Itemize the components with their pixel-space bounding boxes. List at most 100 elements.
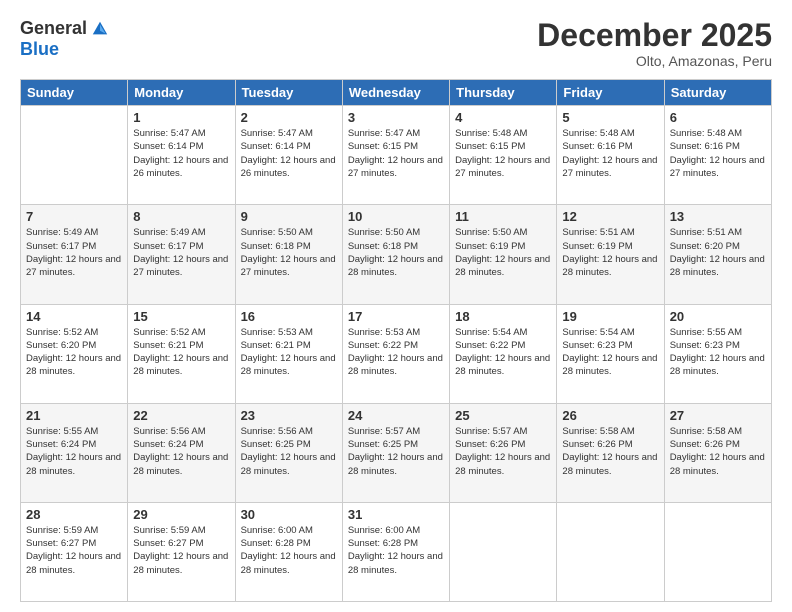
day-number: 30 xyxy=(241,507,337,522)
week-row-4: 21 Sunrise: 5:55 AM Sunset: 6:24 PM Dayli… xyxy=(21,403,772,502)
day-info: Sunrise: 5:59 AM Sunset: 6:27 PM Dayligh… xyxy=(133,524,229,577)
day-info: Sunrise: 6:00 AM Sunset: 6:28 PM Dayligh… xyxy=(348,524,444,577)
day-cell: 30Sunrise: 6:00 AM Sunset: 6:28 PM Dayli… xyxy=(235,502,342,601)
day-cell: 29 Sunrise: 5:59 AM Sunset: 6:27 PM Dayli… xyxy=(128,502,235,601)
day-number: 6 xyxy=(670,110,766,125)
header-row: Sunday Monday Tuesday Wednesday Thursday… xyxy=(21,80,772,106)
day-number: 11 xyxy=(455,209,551,224)
logo-general-text: General xyxy=(20,18,87,39)
logo: General Blue xyxy=(20,18,109,60)
day-number: 24 xyxy=(348,408,444,423)
page: General Blue December 2025 Olto, Amazona… xyxy=(0,0,792,612)
day-number: 17 xyxy=(348,309,444,324)
day-number: 29 xyxy=(133,507,229,522)
day-number: 26 xyxy=(562,408,658,423)
day-number: 12 xyxy=(562,209,658,224)
day-number: 31 xyxy=(348,507,444,522)
month-title: December 2025 xyxy=(537,18,772,53)
day-cell: 7Sunrise: 5:49 AM Sunset: 6:17 PM Daylig… xyxy=(21,205,128,304)
day-info: Sunrise: 5:55 AM Sunset: 6:24 PM Dayligh… xyxy=(26,425,122,478)
day-cell: 26 Sunrise: 5:58 AM Sunset: 6:26 PM Dayli… xyxy=(557,403,664,502)
day-cell xyxy=(664,502,771,601)
day-number: 3 xyxy=(348,110,444,125)
day-cell: 25 Sunrise: 5:57 AM Sunset: 6:26 PM Dayli… xyxy=(450,403,557,502)
day-number: 14 xyxy=(26,309,122,324)
day-cell: 17 Sunrise: 5:53 AM Sunset: 6:22 PM Dayli… xyxy=(342,304,449,403)
day-cell: 16Sunrise: 5:53 AM Sunset: 6:21 PM Dayli… xyxy=(235,304,342,403)
day-info: Sunrise: 5:59 AM Sunset: 6:27 PM Dayligh… xyxy=(26,524,122,577)
day-info: Sunrise: 5:48 AM Sunset: 6:16 PM Dayligh… xyxy=(670,127,766,180)
day-number: 22 xyxy=(133,408,229,423)
day-info: Sunrise: 5:48 AM Sunset: 6:16 PM Dayligh… xyxy=(562,127,658,180)
col-friday: Friday xyxy=(557,80,664,106)
day-cell: 31 Sunrise: 6:00 AM Sunset: 6:28 PM Dayli… xyxy=(342,502,449,601)
day-info: Sunrise: 5:50 AM Sunset: 6:19 PM Dayligh… xyxy=(455,226,551,279)
day-info: Sunrise: 5:47 AM Sunset: 6:14 PM Dayligh… xyxy=(133,127,229,180)
title-section: December 2025 Olto, Amazonas, Peru xyxy=(537,18,772,69)
day-number: 28 xyxy=(26,507,122,522)
day-cell: 10 Sunrise: 5:50 AM Sunset: 6:18 PM Dayli… xyxy=(342,205,449,304)
day-cell: 14 Sunrise: 5:52 AM Sunset: 6:20 PM Dayli… xyxy=(21,304,128,403)
day-number: 4 xyxy=(455,110,551,125)
day-info: Sunrise: 5:56 AM Sunset: 6:24 PM Dayligh… xyxy=(133,425,229,478)
day-info: Sunrise: 5:56 AM Sunset: 6:25 PM Dayligh… xyxy=(241,425,337,478)
day-number: 25 xyxy=(455,408,551,423)
week-row-2: 7 Sunrise: 5:49 AM Sunset: 6:17 PM Daylig… xyxy=(21,205,772,304)
day-cell: 19Sunrise: 5:54 AM Sunset: 6:23 PM Dayli… xyxy=(557,304,664,403)
col-thursday: Thursday xyxy=(450,80,557,106)
col-monday: Monday xyxy=(128,80,235,106)
day-cell: 11 Sunrise: 5:50 AM Sunset: 6:19 PM Dayli… xyxy=(450,205,557,304)
day-cell xyxy=(450,502,557,601)
logo-icon xyxy=(91,20,109,38)
day-cell xyxy=(21,106,128,205)
col-saturday: Saturday xyxy=(664,80,771,106)
day-cell: 8 Sunrise: 5:49 AM Sunset: 6:17 PM Daylig… xyxy=(128,205,235,304)
day-cell: 24 Sunrise: 5:57 AM Sunset: 6:25 PM Dayli… xyxy=(342,403,449,502)
day-number: 18 xyxy=(455,309,551,324)
day-info: Sunrise: 5:55 AM Sunset: 6:23 PM Dayligh… xyxy=(670,326,766,379)
day-info: Sunrise: 5:51 AM Sunset: 6:19 PM Dayligh… xyxy=(562,226,658,279)
logo-blue-text: Blue xyxy=(20,39,59,60)
day-info: Sunrise: 5:57 AM Sunset: 6:26 PM Dayligh… xyxy=(455,425,551,478)
day-info: Sunrise: 5:49 AM Sunset: 6:17 PM Dayligh… xyxy=(133,226,229,279)
day-number: 10 xyxy=(348,209,444,224)
day-number: 20 xyxy=(670,309,766,324)
day-info: Sunrise: 5:57 AM Sunset: 6:25 PM Dayligh… xyxy=(348,425,444,478)
day-cell xyxy=(557,502,664,601)
day-info: Sunrise: 5:52 AM Sunset: 6:20 PM Dayligh… xyxy=(26,326,122,379)
day-number: 16 xyxy=(241,309,337,324)
day-info: Sunrise: 5:54 AM Sunset: 6:22 PM Dayligh… xyxy=(455,326,551,379)
week-row-1: 1Sunrise: 5:47 AM Sunset: 6:14 PM Daylig… xyxy=(21,106,772,205)
day-info: Sunrise: 5:51 AM Sunset: 6:20 PM Dayligh… xyxy=(670,226,766,279)
day-cell: 18 Sunrise: 5:54 AM Sunset: 6:22 PM Dayli… xyxy=(450,304,557,403)
col-wednesday: Wednesday xyxy=(342,80,449,106)
col-sunday: Sunday xyxy=(21,80,128,106)
day-info: Sunrise: 5:48 AM Sunset: 6:15 PM Dayligh… xyxy=(455,127,551,180)
day-number: 9 xyxy=(241,209,337,224)
day-info: Sunrise: 5:50 AM Sunset: 6:18 PM Dayligh… xyxy=(241,226,337,279)
calendar-table: Sunday Monday Tuesday Wednesday Thursday… xyxy=(20,79,772,602)
col-tuesday: Tuesday xyxy=(235,80,342,106)
day-number: 2 xyxy=(241,110,337,125)
day-cell: 13Sunrise: 5:51 AM Sunset: 6:20 PM Dayli… xyxy=(664,205,771,304)
day-info: Sunrise: 5:58 AM Sunset: 6:26 PM Dayligh… xyxy=(562,425,658,478)
day-info: Sunrise: 5:50 AM Sunset: 6:18 PM Dayligh… xyxy=(348,226,444,279)
day-cell: 9 Sunrise: 5:50 AM Sunset: 6:18 PM Daylig… xyxy=(235,205,342,304)
day-info: Sunrise: 5:47 AM Sunset: 6:14 PM Dayligh… xyxy=(241,127,337,180)
day-number: 19 xyxy=(562,309,658,324)
day-info: Sunrise: 5:47 AM Sunset: 6:15 PM Dayligh… xyxy=(348,127,444,180)
day-cell: 4 Sunrise: 5:48 AM Sunset: 6:15 PM Daylig… xyxy=(450,106,557,205)
day-cell: 3 Sunrise: 5:47 AM Sunset: 6:15 PM Daylig… xyxy=(342,106,449,205)
header: General Blue December 2025 Olto, Amazona… xyxy=(20,18,772,69)
location-subtitle: Olto, Amazonas, Peru xyxy=(537,53,772,69)
day-number: 21 xyxy=(26,408,122,423)
day-number: 8 xyxy=(133,209,229,224)
day-info: Sunrise: 5:53 AM Sunset: 6:22 PM Dayligh… xyxy=(348,326,444,379)
week-row-5: 28 Sunrise: 5:59 AM Sunset: 6:27 PM Dayli… xyxy=(21,502,772,601)
day-cell: 12 Sunrise: 5:51 AM Sunset: 6:19 PM Dayli… xyxy=(557,205,664,304)
day-info: Sunrise: 5:52 AM Sunset: 6:21 PM Dayligh… xyxy=(133,326,229,379)
day-number: 23 xyxy=(241,408,337,423)
day-cell: 21 Sunrise: 5:55 AM Sunset: 6:24 PM Dayli… xyxy=(21,403,128,502)
day-cell: 6 Sunrise: 5:48 AM Sunset: 6:16 PM Daylig… xyxy=(664,106,771,205)
day-number: 7 xyxy=(26,209,122,224)
